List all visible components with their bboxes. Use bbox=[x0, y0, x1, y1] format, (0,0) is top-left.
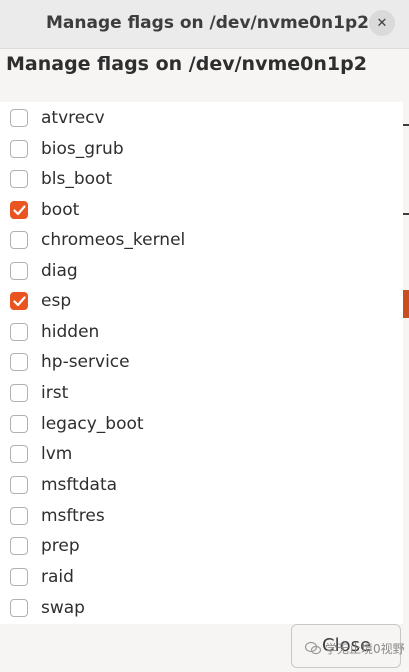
flag-row[interactable]: bios_grub bbox=[0, 135, 403, 165]
close-icon[interactable]: ✕ bbox=[369, 10, 395, 36]
flag-checkbox[interactable] bbox=[10, 384, 28, 402]
flag-row[interactable]: raid bbox=[0, 563, 403, 593]
flag-checkbox[interactable] bbox=[10, 109, 28, 127]
flags-list: atvrecv bios_grub bls_bootboot chromeos_ker… bbox=[0, 102, 403, 624]
flag-checkbox[interactable] bbox=[10, 262, 28, 280]
checkmark-icon bbox=[13, 205, 26, 216]
flag-label: lvm bbox=[41, 444, 73, 464]
flag-row[interactable]: msftdata bbox=[0, 471, 403, 501]
flag-row[interactable]: hidden bbox=[0, 318, 403, 348]
flag-label: hp-service bbox=[41, 352, 130, 372]
flag-label: chromeos_kernel bbox=[41, 230, 186, 250]
flag-checkbox[interactable] bbox=[10, 415, 28, 433]
wechat-icon bbox=[305, 641, 321, 655]
flag-row[interactable]: msftres bbox=[0, 502, 403, 532]
flag-label: bls_boot bbox=[41, 169, 113, 189]
flag-checkbox[interactable] bbox=[10, 599, 28, 617]
flag-checkbox[interactable] bbox=[10, 507, 28, 525]
flag-row[interactable]: chromeos_kernel bbox=[0, 226, 403, 256]
watermark-text: 学无止境0视野 bbox=[325, 642, 405, 656]
flag-checkbox[interactable] bbox=[10, 323, 28, 341]
flag-checkbox[interactable] bbox=[10, 201, 28, 219]
flag-row[interactable]: irst bbox=[0, 379, 403, 409]
flag-row[interactable]: prep bbox=[0, 532, 403, 562]
flag-row[interactable]: lvm bbox=[0, 440, 403, 470]
dialog-heading: Manage flags on /dev/nvme0n1p2 bbox=[6, 53, 367, 75]
flag-checkbox[interactable] bbox=[10, 292, 28, 310]
flag-label: atvrecv bbox=[41, 108, 105, 128]
manage-flags-dialog: Manage flags on /dev/nvme0n1p2 ✕ Manage … bbox=[0, 0, 409, 672]
flag-row[interactable]: hp-service bbox=[0, 348, 403, 378]
titlebar: Manage flags on /dev/nvme0n1p2 ✕ bbox=[0, 0, 409, 49]
flag-row[interactable]: swap bbox=[0, 594, 403, 624]
flag-label: prep bbox=[41, 536, 80, 556]
flag-row[interactable]: diag bbox=[0, 257, 403, 287]
flag-row[interactable]: bls_boot bbox=[0, 165, 403, 195]
flag-row[interactable]: legacy_boot bbox=[0, 410, 403, 440]
background-window-edge bbox=[403, 124, 409, 126]
flag-label: esp bbox=[41, 291, 72, 311]
flag-checkbox[interactable] bbox=[10, 537, 28, 555]
flag-row[interactable]: boot bbox=[0, 196, 403, 226]
flag-label: bios_grub bbox=[41, 139, 124, 159]
window-title: Manage flags on /dev/nvme0n1p2 bbox=[46, 13, 369, 33]
flag-row[interactable]: atvrecv bbox=[0, 104, 403, 134]
flag-label: hidden bbox=[41, 322, 100, 342]
flag-label: msftres bbox=[41, 506, 105, 526]
flag-label: msftdata bbox=[41, 475, 118, 495]
close-glyph: ✕ bbox=[376, 15, 388, 31]
flag-label: raid bbox=[41, 567, 74, 587]
flag-row[interactable]: esp bbox=[0, 287, 403, 317]
flag-checkbox[interactable] bbox=[10, 568, 28, 586]
flag-checkbox[interactable] bbox=[10, 170, 28, 188]
watermark: 学无止境0视野 bbox=[325, 640, 405, 657]
flag-checkbox[interactable] bbox=[10, 353, 28, 371]
flag-label: irst bbox=[41, 383, 69, 403]
checkmark-icon bbox=[13, 296, 26, 307]
flag-checkbox[interactable] bbox=[10, 140, 28, 158]
background-window-edge bbox=[403, 213, 409, 215]
flag-label: legacy_boot bbox=[41, 414, 144, 434]
flag-checkbox[interactable] bbox=[10, 445, 28, 463]
flag-label: boot bbox=[41, 200, 80, 220]
flag-label: swap bbox=[41, 598, 85, 618]
flag-checkbox[interactable] bbox=[10, 231, 28, 249]
background-window-edge bbox=[403, 290, 409, 318]
flag-label: diag bbox=[41, 261, 78, 281]
flag-checkbox[interactable] bbox=[10, 476, 28, 494]
